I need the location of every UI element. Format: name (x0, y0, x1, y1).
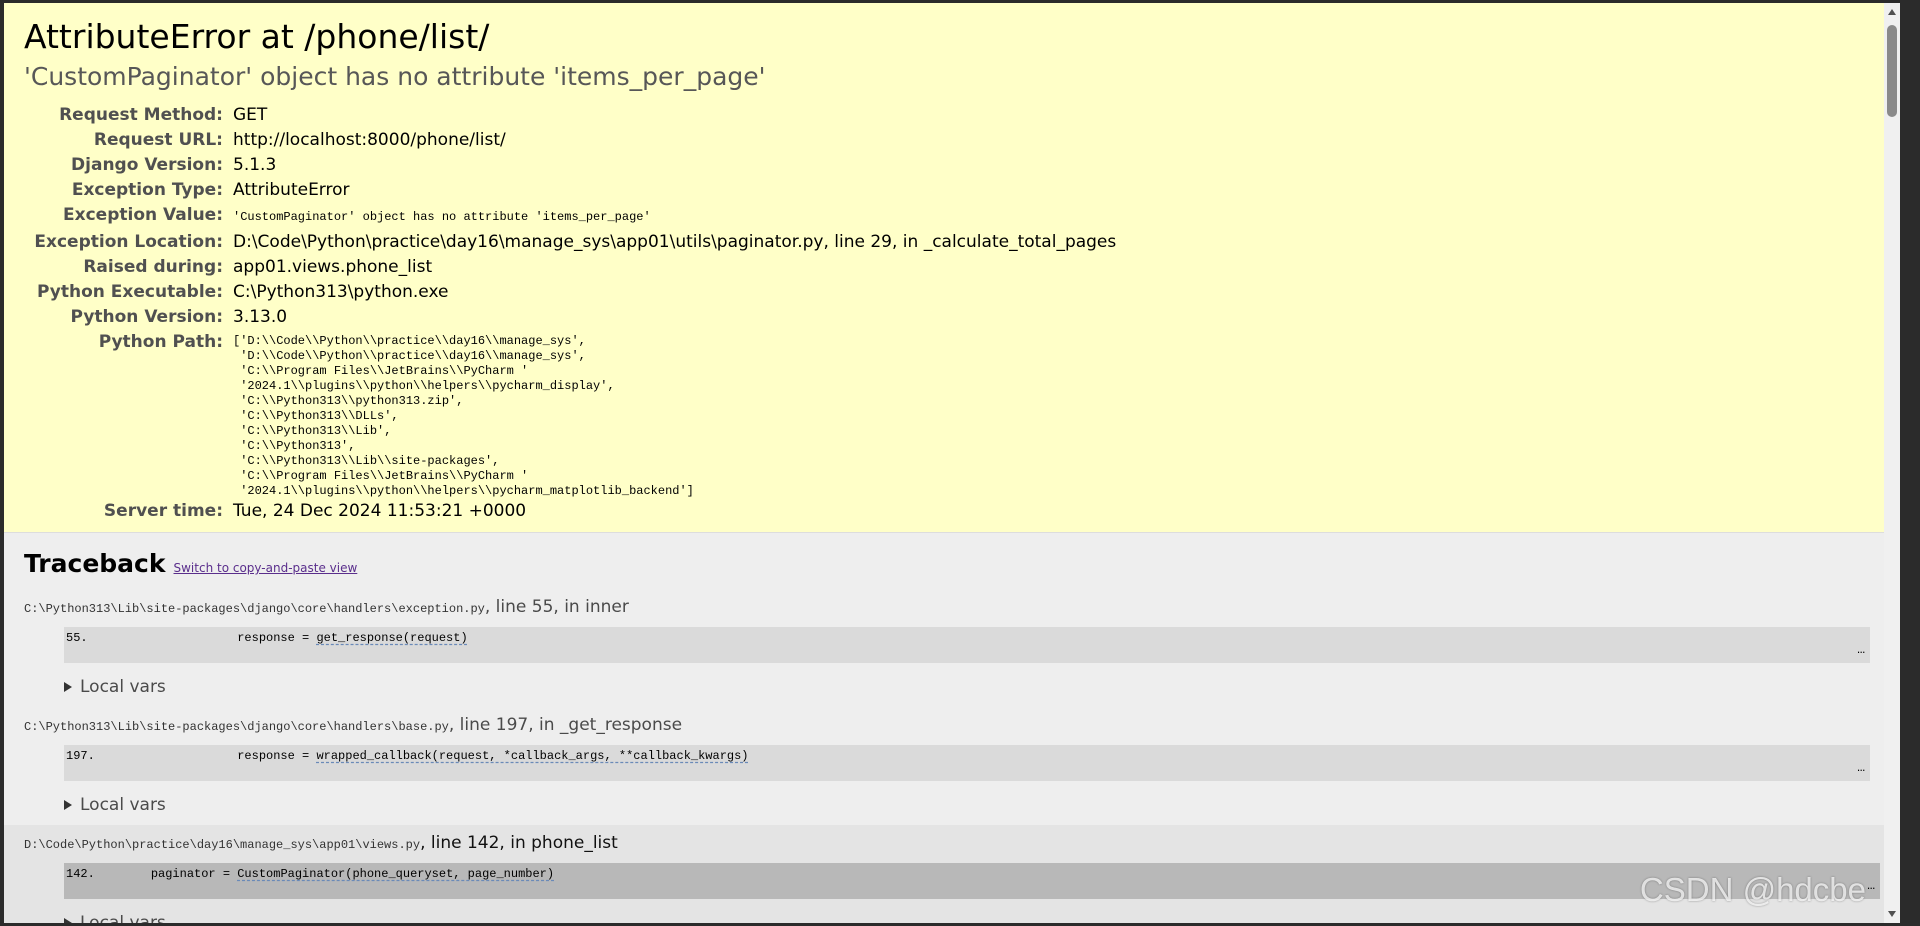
vertical-scrollbar[interactable] (1884, 3, 1900, 923)
meta-label: Request URL: (93, 130, 223, 150)
meta-label: Exception Value: (63, 205, 223, 225)
browser-viewport: AttributeError at /phone/list/ 'CustomPa… (4, 3, 1900, 923)
meta-value: AttributeError (233, 180, 350, 200)
frame-file: C:\Python313\Lib\site-packages\django\co… (24, 720, 449, 734)
traceback-frame: C:\Python313\Lib\site-packages\django\co… (24, 595, 1880, 699)
code-text: response = (237, 631, 317, 645)
frame-line-func: , line 55, in inner (484, 597, 629, 617)
exception-value: 'CustomPaginator' object has no attribut… (233, 210, 651, 224)
line-number: 197. (66, 749, 95, 763)
traceback-frame: C:\Python313\Lib\site-packages\django\co… (24, 713, 1880, 817)
frame-location: C:\Python313\Lib\site-packages\django\co… (24, 595, 1880, 621)
traceback-frame-user: D:\Code\Python\practice\day16\manage_sys… (4, 825, 1900, 923)
exception-message: 'CustomPaginator' object has no attribut… (24, 62, 766, 91)
code-call: get_response(request) (316, 631, 468, 645)
error-summary: AttributeError at /phone/list/ 'CustomPa… (4, 3, 1900, 533)
traceback-heading: Traceback (24, 549, 166, 578)
meta-value: 5.1.3 (233, 155, 277, 175)
meta-row: Exception Location: D:\Code\Python\pract… (24, 230, 1116, 255)
meta-row: Raised during: app01.views.phone_list (24, 255, 1116, 280)
triangle-right-icon (64, 800, 72, 810)
frame-line-func: , line 142, in phone_list (420, 833, 618, 853)
local-vars-label: Local vars (80, 913, 166, 923)
frame-file: D:\Code\Python\practice\day16\manage_sys… (24, 838, 421, 852)
meta-label: Exception Type: (71, 180, 223, 200)
meta-value: app01.views.phone_list (233, 257, 433, 277)
meta-row: Python Version: 3.13.0 (24, 305, 1116, 330)
code-call: wrapped_callback(request, *callback_args… (316, 749, 749, 763)
frame-file: C:\Python313\Lib\site-packages\django\co… (24, 602, 485, 616)
code-text: response = (237, 749, 317, 763)
python-path-list: ['D:\\Code\\Python\\practice\\day16\\man… (233, 334, 694, 498)
meta-label: Exception Location: (34, 232, 223, 252)
meta-row: Django Version: 5.1.3 (24, 153, 1116, 178)
meta-label: Raised during: (83, 257, 223, 277)
meta-value: 3.13.0 (233, 307, 288, 327)
meta-value: C:\Python313\python.exe (233, 282, 449, 302)
scroll-up-arrow-icon[interactable] (1888, 9, 1896, 15)
local-vars-label: Local vars (80, 795, 166, 815)
triangle-right-icon (64, 682, 72, 692)
frame-code-line[interactable]: 197. response = wrapped_callback(request… (64, 745, 1870, 781)
meta-row: Exception Value: 'CustomPaginator' objec… (24, 203, 1116, 230)
frame-location: C:\Python313\Lib\site-packages\django\co… (24, 713, 1880, 739)
code-text: paginator = (150, 867, 238, 881)
frame-location: D:\Code\Python\practice\day16\manage_sys… (24, 831, 1890, 857)
meta-value: D:\Code\Python\practice\day16\manage_sys… (233, 232, 1117, 252)
scroll-down-arrow-icon[interactable] (1888, 911, 1896, 917)
traceback-header: Traceback Switch to copy-and-paste view (24, 547, 1880, 581)
meta-row: Python Path: ['D:\\Code\\Python\\practic… (24, 330, 1116, 499)
meta-label: Python Path: (98, 332, 223, 352)
local-vars-toggle[interactable]: Local vars (64, 793, 1880, 817)
page-title: AttributeError at /phone/list/ (24, 17, 490, 56)
meta-value: http://localhost:8000/phone/list/ (233, 130, 506, 150)
triangle-right-icon (64, 918, 72, 923)
traceback-section: Traceback Switch to copy-and-paste view … (4, 533, 1900, 923)
expand-context-button[interactable]: … (1857, 757, 1866, 779)
frame-code-line[interactable]: 142. paginator = CustomPaginator(phone_q… (64, 863, 1880, 899)
local-vars-toggle[interactable]: Local vars (64, 911, 1890, 923)
local-vars-label: Local vars (80, 677, 166, 697)
expand-context-button[interactable]: … (1867, 875, 1876, 897)
meta-row: Exception Type: AttributeError (24, 178, 1116, 203)
line-number: 55. (66, 631, 88, 645)
request-meta-table: Request Method: GET Request URL: http://… (24, 103, 1116, 524)
meta-row: Server time: Tue, 24 Dec 2024 11:53:21 +… (24, 499, 1116, 524)
meta-label: Request Method: (59, 105, 223, 125)
expand-context-button[interactable]: … (1857, 639, 1866, 661)
meta-value: Tue, 24 Dec 2024 11:53:21 +0000 (233, 501, 527, 521)
meta-label: Python Executable: (37, 282, 223, 302)
watermark: CSDN @hdcbe (1639, 871, 1866, 908)
local-vars-toggle[interactable]: Local vars (64, 675, 1880, 699)
meta-value: GET (233, 105, 268, 125)
meta-label: Python Version: (70, 307, 223, 327)
meta-row: Request URL: http://localhost:8000/phone… (24, 128, 1116, 153)
frame-line-func: , line 197, in _get_response (448, 715, 683, 735)
line-number: 142. (66, 867, 95, 881)
frame-code-line[interactable]: 55. response = get_response(request) … (64, 627, 1870, 663)
scrollbar-thumb[interactable] (1887, 25, 1897, 117)
meta-row: Request Method: GET (24, 103, 1116, 128)
meta-value: 'CustomPaginator' object has no attribut… (233, 203, 1116, 230)
meta-row: Python Executable: C:\Python313\python.e… (24, 280, 1116, 305)
copy-paste-view-link[interactable]: Switch to copy-and-paste view (174, 561, 358, 575)
meta-label: Server time: (103, 501, 223, 521)
meta-value: ['D:\\Code\\Python\\practice\\day16\\man… (233, 330, 1116, 499)
meta-label: Django Version: (71, 155, 223, 175)
code-call: CustomPaginator(phone_queryset, page_num… (237, 867, 555, 881)
